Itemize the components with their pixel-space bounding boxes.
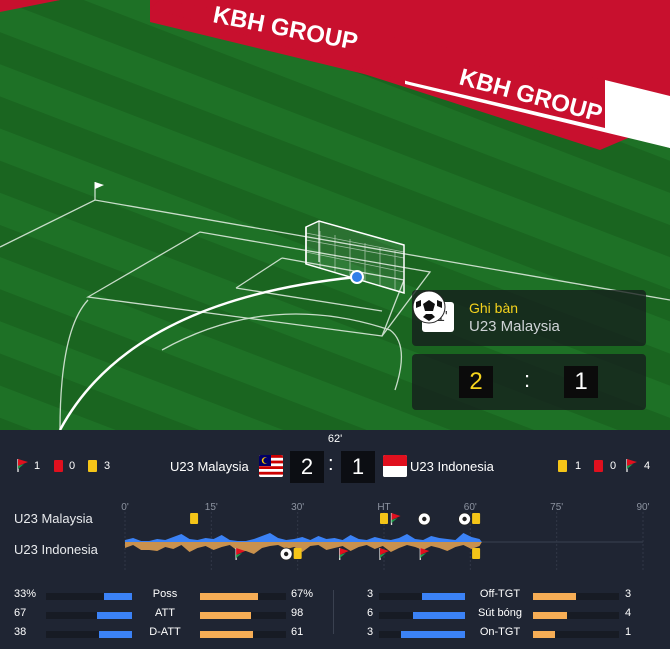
event-team: U23 Malaysia: [469, 318, 560, 335]
corner-flag-icon[interactable]: [390, 513, 401, 525]
stat-home-bar: [379, 612, 465, 619]
stat-label: Sút bóng: [477, 607, 523, 619]
stat-home-value: 3: [367, 588, 374, 600]
yellow-card-icon[interactable]: [472, 548, 481, 559]
stats-divider: [333, 590, 334, 634]
yellow-card-icon[interactable]: [472, 513, 481, 524]
stat-row: 3 Off-TGT 3: [0, 588, 670, 604]
yellow-card-icon[interactable]: [190, 513, 199, 524]
match-tracker: KBH GROUP KBH GROUP Ghi bàn U23 Malaysia…: [0, 0, 670, 649]
timeline-graph: [124, 512, 644, 570]
stat-home-value: 6: [367, 607, 374, 619]
stat-away-bar: [533, 631, 619, 638]
match-panel: 62' 1 0 3 U23 Malaysia 2 : 1 U23 Indones…: [0, 430, 670, 649]
stat-away-value: 3: [625, 588, 632, 600]
home-momentum-area: [125, 533, 482, 542]
event-card: 61' Ghi bàn U23 Malaysia: [412, 290, 646, 346]
stat-row: 6 Sút bóng 4: [0, 607, 670, 623]
stat-row: 3 On-TGT 1: [0, 626, 670, 642]
stat-home-value: 3: [367, 626, 374, 638]
pitch-home-score: 2: [459, 366, 493, 398]
soccer-ball-icon[interactable]: [458, 512, 471, 526]
soccer-ball-icon[interactable]: [279, 547, 293, 561]
event-type: Ghi bàn: [469, 300, 519, 316]
pitch-score-separator: :: [524, 367, 531, 392]
stat-away-value: 1: [625, 626, 632, 638]
yellow-card-icon[interactable]: [380, 513, 388, 524]
stat-home-bar: [379, 593, 465, 600]
pitch-view: KBH GROUP KBH GROUP Ghi bàn U23 Malaysia…: [0, 0, 670, 430]
stat-label: Off-TGT: [479, 588, 521, 600]
pitch-score-card: 2 : 1: [412, 354, 646, 410]
stat-label: On-TGT: [479, 626, 521, 638]
corner-flag-icon[interactable]: [379, 548, 389, 560]
stat-home-bar: [379, 631, 465, 638]
soccer-ball-icon: [412, 290, 446, 324]
pitch-away-score: 1: [564, 366, 598, 398]
corner-flag-icon[interactable]: [339, 548, 349, 560]
soccer-ball-icon[interactable]: [417, 512, 431, 526]
ball-marker: [350, 270, 364, 284]
stat-away-bar: [533, 593, 619, 600]
corner-flag-icon[interactable]: [419, 548, 430, 560]
away-momentum-area: [125, 542, 482, 554]
stat-away-value: 4: [625, 607, 632, 619]
yellow-card-icon[interactable]: [293, 548, 302, 559]
stat-away-bar: [533, 612, 619, 619]
